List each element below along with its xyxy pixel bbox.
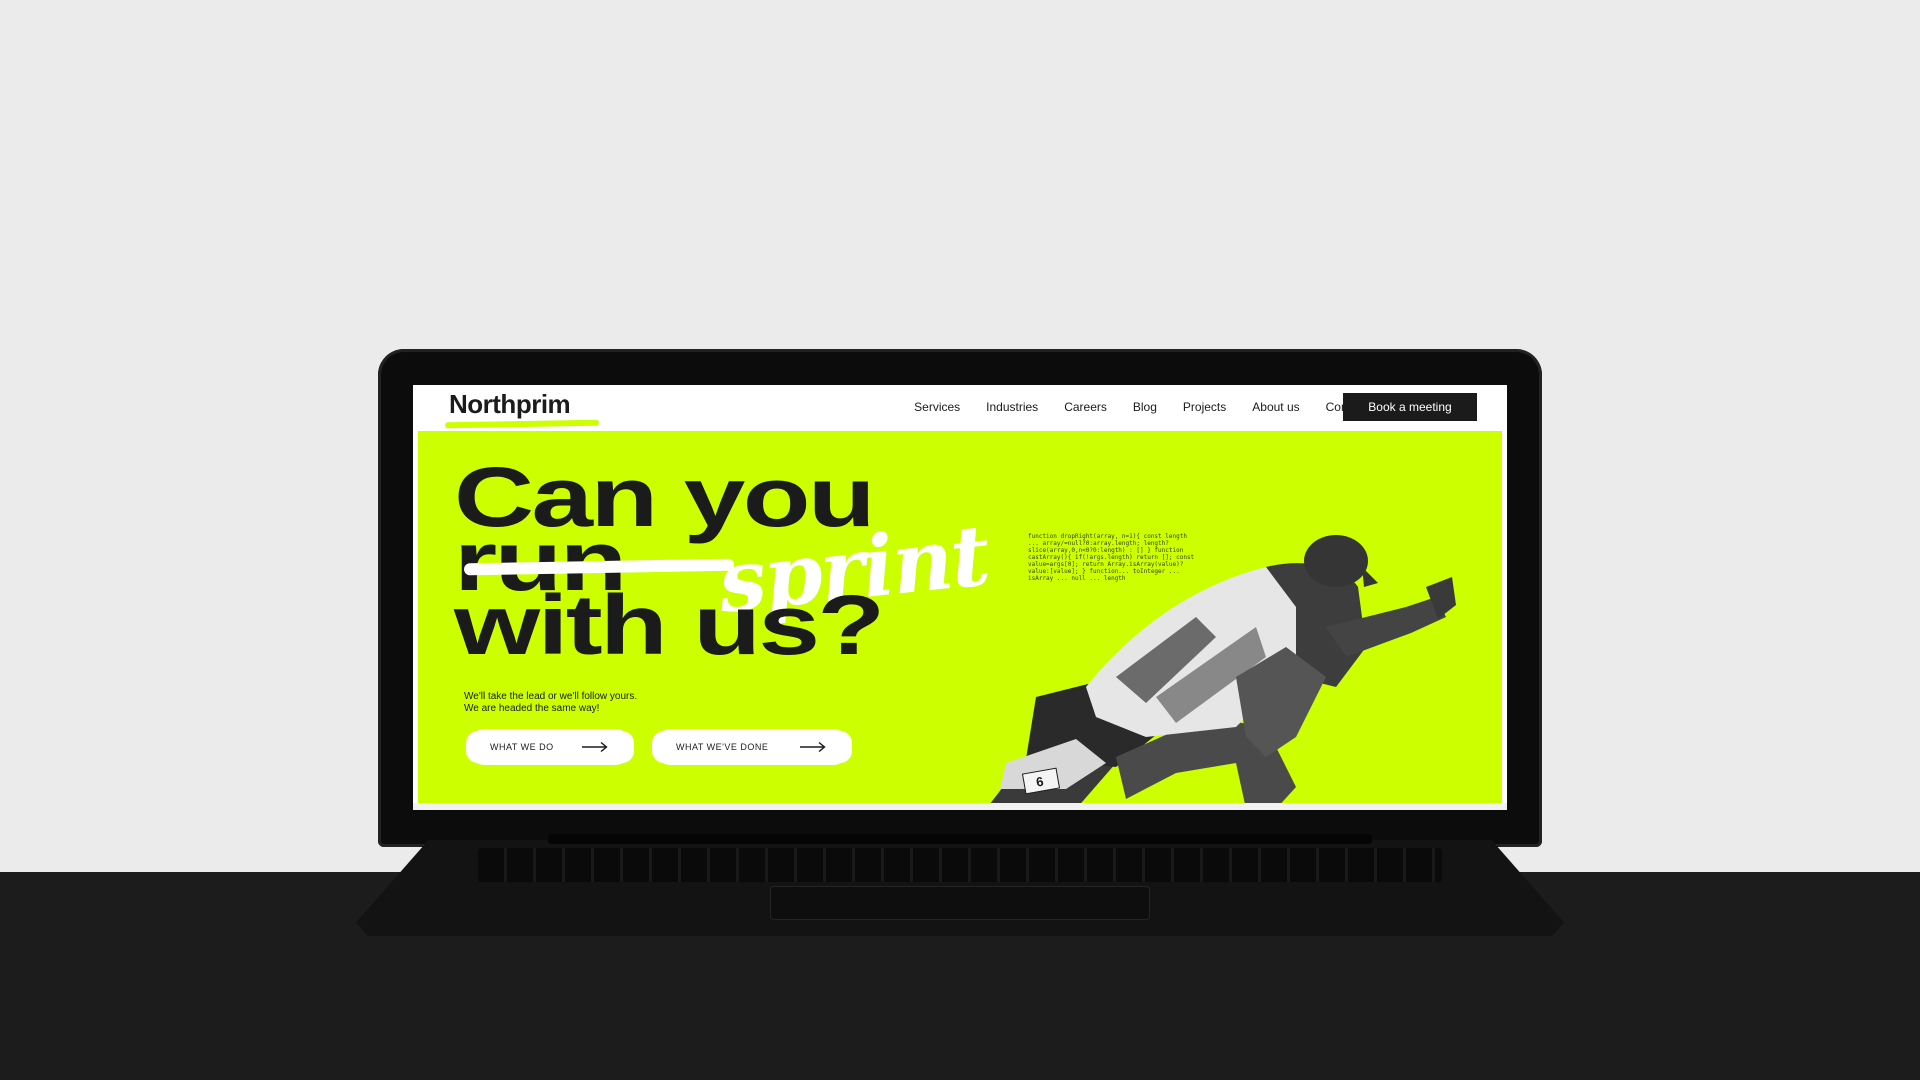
laptop-keyboard: [478, 848, 1442, 882]
hero-section: Can you run sprint with us? function dro…: [418, 431, 1502, 809]
book-meeting-button[interactable]: Book a meeting: [1343, 393, 1477, 421]
nav-link-careers[interactable]: Careers: [1064, 400, 1107, 414]
what-we-do-label: WHAT WE DO: [490, 742, 554, 752]
nav-link-industries[interactable]: Industries: [986, 400, 1038, 414]
hero-subtext: We'll take the lead or we'll follow your…: [464, 691, 637, 715]
sprinter-image: 6: [986, 535, 1456, 809]
hero-subtext-line-1: We'll take the lead or we'll follow your…: [464, 691, 638, 702]
hero-subtext-line-2: We are headed the same way!: [464, 703, 600, 714]
arrow-right-icon: [800, 742, 826, 752]
nav-links: Services Industries Careers Blog Project…: [914, 400, 1367, 414]
headline-line-3: with us?: [454, 578, 885, 672]
laptop-trackpad: [770, 886, 1150, 920]
nav-link-blog[interactable]: Blog: [1133, 400, 1157, 414]
logo-highlight: [444, 419, 600, 429]
what-weve-done-button[interactable]: WHAT WE'VE DONE: [656, 729, 848, 765]
site-navbar: Northprim Services Industries Careers Bl…: [413, 385, 1507, 431]
what-we-do-button[interactable]: WHAT WE DO: [470, 729, 630, 765]
nav-link-services[interactable]: Services: [914, 400, 960, 414]
nav-link-projects[interactable]: Projects: [1183, 400, 1226, 414]
what-weve-done-label: WHAT WE'VE DONE: [676, 742, 769, 752]
nav-link-about[interactable]: About us: [1252, 400, 1299, 414]
laptop-hinge: [548, 834, 1372, 844]
laptop-screen: Northprim Services Industries Careers Bl…: [413, 385, 1507, 810]
site-logo[interactable]: Northprim: [449, 389, 571, 420]
arrow-right-icon: [582, 742, 608, 752]
screen-bottom-strip: [413, 803, 1507, 810]
